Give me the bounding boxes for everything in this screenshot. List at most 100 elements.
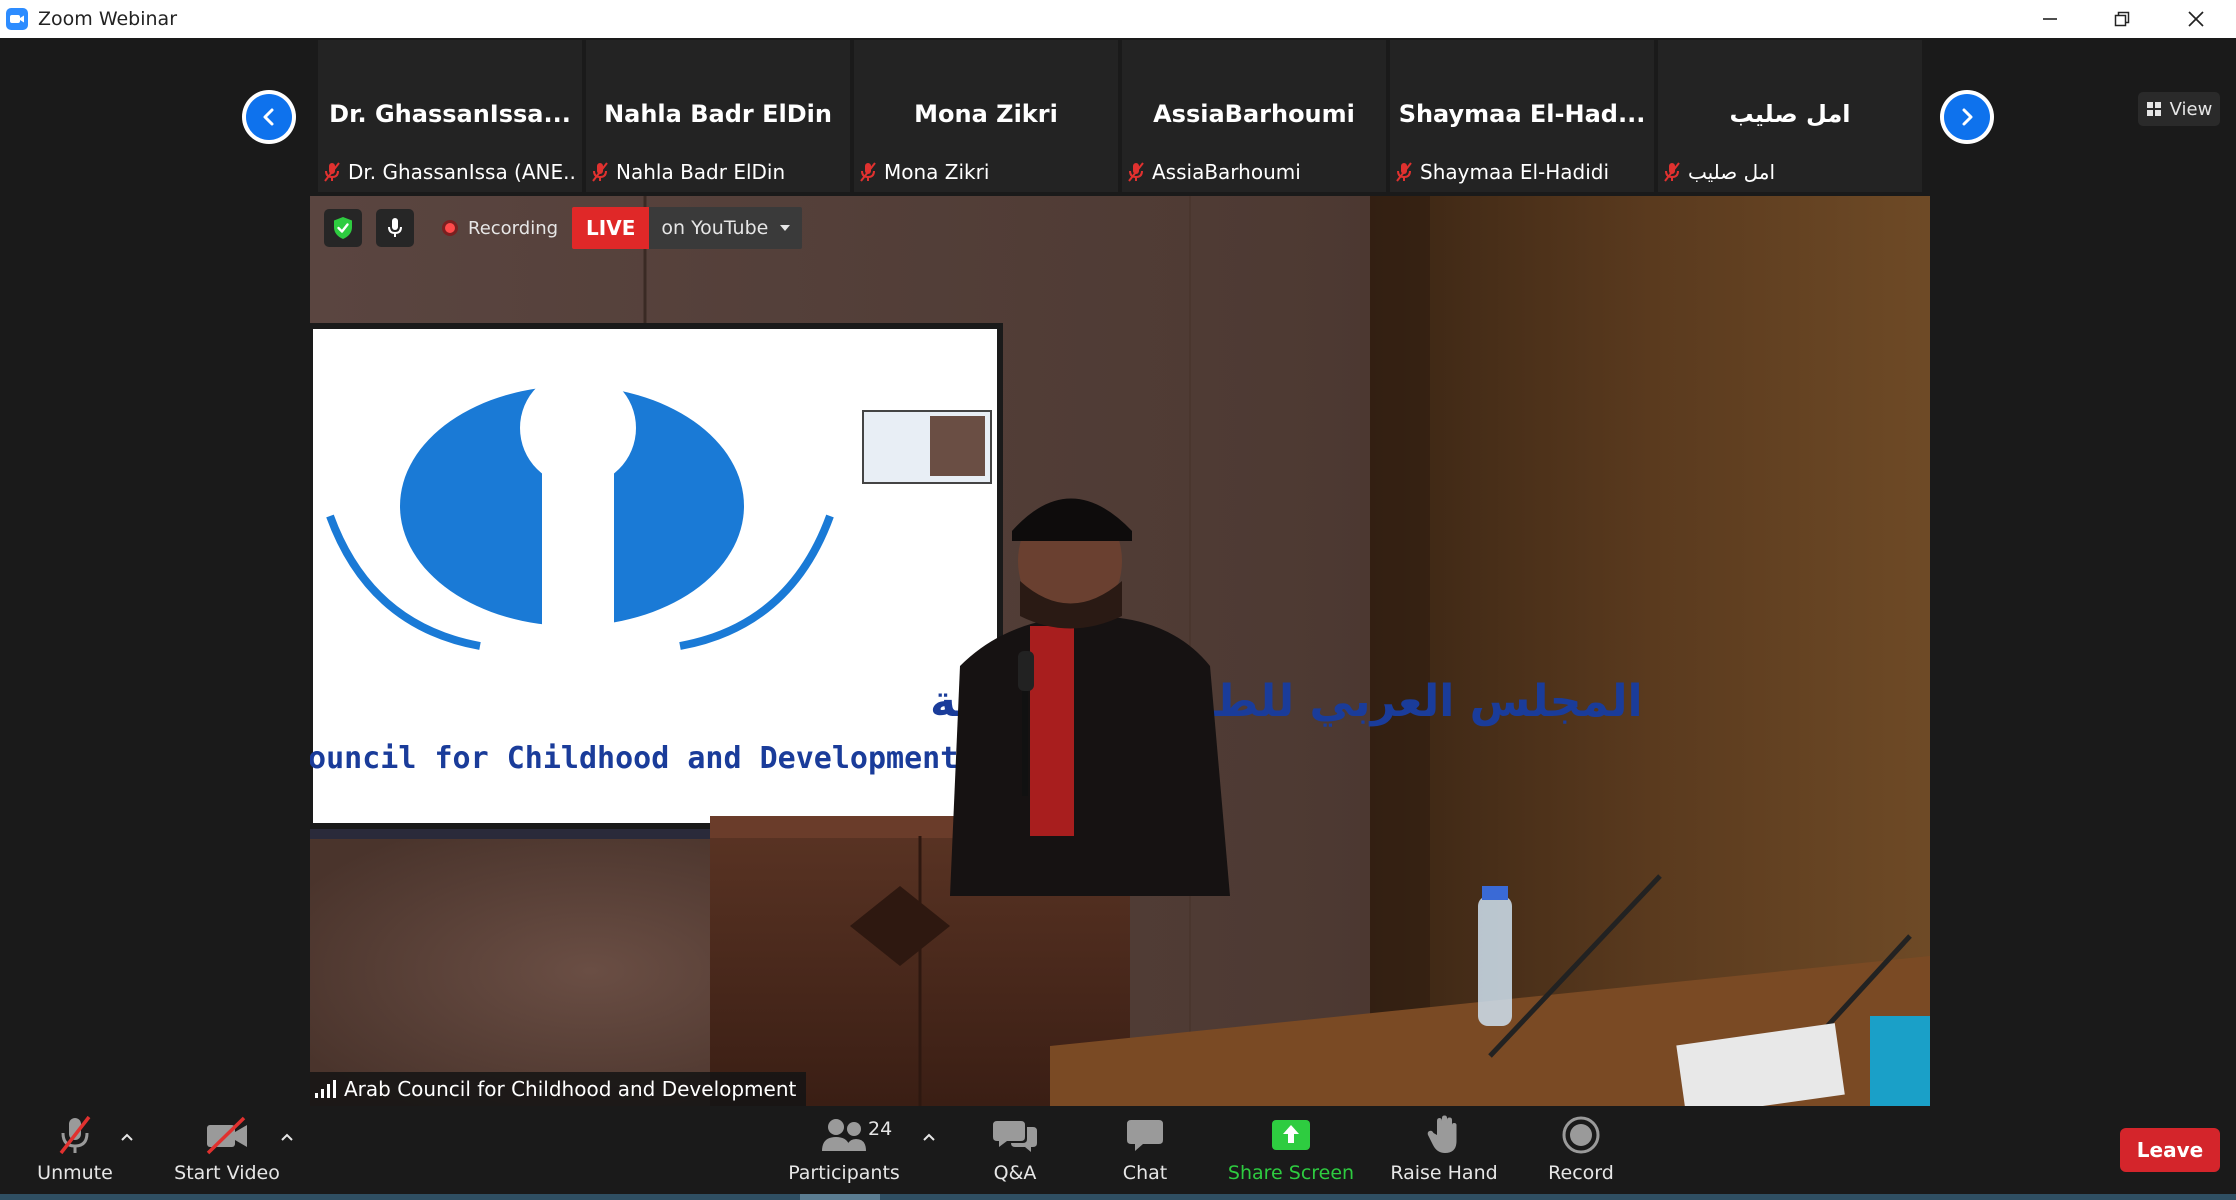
recording-label: Recording	[468, 217, 559, 239]
participants-count: 24	[868, 1118, 893, 1140]
caret-down-icon	[780, 225, 791, 231]
participant-tile[interactable]: Shaymaa El-Had... Shaymaa El-Hadidi	[1390, 40, 1654, 192]
muted-mic-icon	[324, 162, 340, 182]
speaker-name-text: Arab Council for Childhood and Developme…	[344, 1077, 797, 1101]
qa-button[interactable]: Q&A	[970, 1112, 1060, 1192]
participant-label-text: Shaymaa El-Hadidi	[1420, 160, 1610, 184]
chat-bubble-icon	[1127, 1120, 1163, 1151]
share-screen-icon	[1272, 1120, 1310, 1150]
participant-display-name: Mona Zikri	[914, 100, 1058, 128]
audio-options-button[interactable]	[118, 1128, 136, 1146]
share-screen-label: Share Screen	[1227, 1162, 1355, 1184]
participant-label-text: Nahla Badr ElDin	[616, 160, 786, 184]
caret-up-icon	[923, 1133, 935, 1141]
muted-mic-icon	[59, 1115, 91, 1155]
recording-indicator: Recording	[442, 218, 558, 239]
window-title: Zoom Webinar	[38, 8, 178, 30]
participant-tile[interactable]: Dr. GhassanIssa... Dr. GhassanIssa (ANE.…	[318, 40, 582, 192]
close-icon	[2188, 11, 2204, 27]
share-screen-button[interactable]: Share Screen	[1226, 1112, 1356, 1192]
taskbar-strip	[0, 1194, 2236, 1200]
video-off-icon	[206, 1116, 247, 1155]
raise-hand-label: Raise Hand	[1390, 1162, 1498, 1184]
zoom-webinar-window: Zoom Webinar Dr. GhassanIssa... Dr. Ghas…	[0, 0, 2236, 1200]
muted-mic-icon	[860, 162, 876, 182]
participant-label-text: AssiaBarhoumi	[1152, 160, 1301, 184]
participant-display-name: Dr. GhassanIssa...	[329, 100, 571, 128]
grid-view-icon	[2146, 102, 2161, 116]
muted-mic-icon	[1128, 162, 1144, 182]
signal-strength-icon	[315, 1080, 336, 1098]
minimize-button[interactable]	[2014, 0, 2086, 38]
security-shield-button[interactable]	[324, 209, 362, 247]
live-stream-dropdown[interactable]: on YouTube	[649, 207, 803, 249]
qa-chat-bubbles-icon	[993, 1121, 1037, 1152]
participant-label: Nahla Badr ElDin	[590, 156, 846, 188]
previous-page-button[interactable]	[242, 90, 296, 144]
speaker-name-label: Arab Council for Childhood and Developme…	[310, 1072, 807, 1106]
chat-label: Chat	[1122, 1162, 1168, 1184]
caret-up-icon	[281, 1133, 293, 1141]
stream-target-label: on YouTube	[661, 217, 769, 239]
participant-display-name: AssiaBarhoumi	[1153, 100, 1355, 128]
microphone-icon	[388, 218, 402, 237]
unmute-button[interactable]: Unmute	[20, 1112, 130, 1192]
participant-tile[interactable]: Nahla Badr ElDin Nahla Badr ElDin	[586, 40, 850, 192]
participant-label: AssiaBarhoumi	[1126, 156, 1382, 188]
unmute-label: Unmute	[37, 1162, 113, 1184]
participant-display-name: Nahla Badr ElDin	[604, 100, 832, 128]
participant-label: Dr. GhassanIssa (ANE...	[322, 156, 578, 188]
video-options-button[interactable]	[278, 1128, 296, 1146]
restore-button[interactable]	[2086, 0, 2158, 38]
restore-icon	[2114, 11, 2130, 27]
view-button[interactable]: View	[2138, 92, 2220, 126]
leave-button[interactable]: Leave	[2120, 1128, 2220, 1172]
view-button-label: View	[2169, 98, 2213, 120]
participant-label-text: Mona Zikri	[884, 160, 990, 184]
participants-options-button[interactable]	[920, 1128, 938, 1146]
slide-english-text: Council for Childhood and Development	[310, 741, 958, 776]
chevron-right-icon	[1962, 108, 1973, 126]
audio-indicator-button[interactable]	[376, 209, 414, 247]
participant-label: امل صليب	[1662, 156, 1918, 188]
next-page-button[interactable]	[1940, 90, 1994, 144]
participant-tile[interactable]: امل صليب امل صليب	[1658, 40, 1922, 192]
meeting-status-bar: Recording LIVE on YouTube	[324, 206, 803, 250]
participant-label: Mona Zikri	[858, 156, 1114, 188]
start-video-button[interactable]: Start Video	[168, 1112, 286, 1192]
qa-label: Q&A	[993, 1162, 1037, 1184]
muted-mic-icon	[592, 162, 608, 182]
shield-check-icon	[334, 217, 352, 239]
chat-button[interactable]: Chat	[1100, 1112, 1190, 1192]
participant-display-name: Shaymaa El-Had...	[1398, 100, 1646, 128]
participants-label: Participants	[788, 1162, 900, 1184]
raise-hand-icon	[1427, 1115, 1457, 1153]
caret-up-icon	[121, 1133, 133, 1141]
taskbar-indicator	[800, 1194, 880, 1200]
record-button[interactable]: Record	[1536, 1112, 1626, 1192]
record-icon	[1562, 1116, 1600, 1154]
live-badge: LIVE	[572, 207, 650, 249]
participant-label-text: امل صليب	[1688, 160, 1776, 184]
start-video-label: Start Video	[174, 1162, 280, 1184]
meeting-toolbar: Unmute Start Video Participants 24 Q&A C…	[0, 1106, 2236, 1194]
muted-mic-icon	[1396, 162, 1412, 182]
muted-mic-icon	[1664, 162, 1680, 182]
participant-display-name: امل صليب	[1729, 100, 1851, 128]
title-bar: Zoom Webinar	[0, 0, 2236, 38]
participants-icon	[822, 1119, 866, 1151]
record-label: Record	[1548, 1162, 1614, 1184]
main-video[interactable]: المجلس العربي للطفولة والتنمية Council f…	[310, 196, 1930, 1106]
minimize-icon	[2043, 18, 2057, 20]
participant-tile[interactable]: Mona Zikri Mona Zikri	[854, 40, 1118, 192]
participant-strip: Dr. GhassanIssa... Dr. GhassanIssa (ANE.…	[0, 38, 2236, 192]
raise-hand-button[interactable]: Raise Hand	[1384, 1112, 1504, 1192]
participant-label-text: Dr. GhassanIssa (ANE...	[348, 160, 578, 184]
chevron-left-icon	[263, 108, 274, 126]
participant-label: Shaymaa El-Hadidi	[1394, 156, 1650, 188]
zoom-app-icon	[6, 8, 28, 30]
close-button[interactable]	[2160, 0, 2232, 38]
participant-tile[interactable]: AssiaBarhoumi AssiaBarhoumi	[1122, 40, 1386, 192]
speaker-video-frame: المجلس العربي للطفولة والتنمية Council f…	[310, 196, 1930, 1106]
recording-dot-icon	[442, 220, 458, 236]
